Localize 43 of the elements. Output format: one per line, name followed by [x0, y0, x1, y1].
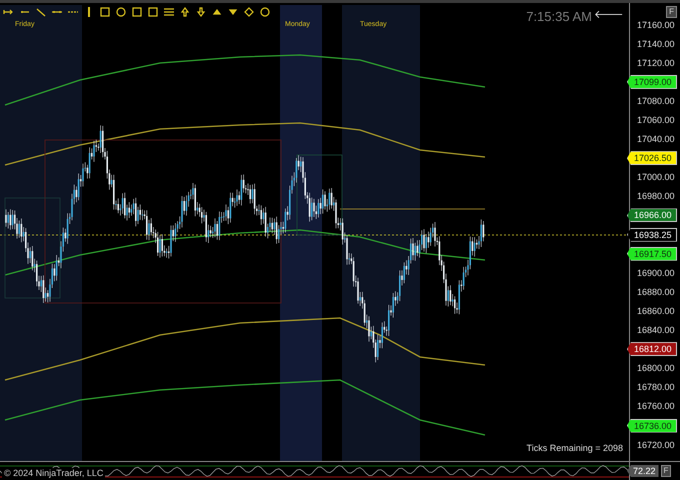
corner-button[interactable]: F — [666, 6, 677, 18]
axis-label: 16760.00 — [636, 401, 675, 412]
price-badge: 16812.00 — [627, 342, 677, 356]
circle-icon[interactable] — [259, 7, 271, 17]
triangle-icon[interactable] — [211, 7, 223, 17]
price-badge: 16938.25 — [627, 228, 677, 242]
price-badge: 17026.50 — [627, 151, 677, 166]
diamond-icon[interactable] — [243, 7, 255, 17]
square-icon[interactable] — [131, 7, 143, 17]
price-badge: 16736.00 — [627, 418, 677, 433]
axis-label: 17140.00 — [636, 38, 675, 49]
lines-icon[interactable] — [163, 7, 175, 17]
corner-button[interactable]: F — [660, 465, 672, 477]
axis-label: 16980.00 — [636, 191, 675, 202]
axis-label: 16720.00 — [636, 440, 675, 450]
axis-label: 17080.00 — [636, 96, 675, 106]
triangle-icon[interactable] — [227, 7, 239, 17]
price-badge: 17099.00 — [627, 74, 677, 89]
axis-label: 17060.00 — [636, 115, 675, 126]
axis-label: 17120.00 — [636, 58, 675, 68]
price-badge: 16917.50 — [627, 246, 677, 261]
arrow-line-icon[interactable] — [3, 7, 15, 17]
axis-label: 17000.00 — [636, 172, 675, 182]
price-badge: 16966.00 — [627, 208, 677, 222]
up-arrow-icon[interactable] — [179, 7, 191, 17]
axis-label: 16840.00 — [636, 325, 675, 336]
axis-label: 16900.00 — [636, 268, 675, 278]
down-arrow-icon[interactable] — [195, 7, 207, 17]
axis-label: 16880.00 — [636, 286, 675, 297]
axis-label: 16860.00 — [636, 306, 675, 316]
ticks-remaining: Ticks Remaining = 2098 — [526, 443, 623, 453]
axis-label: 16800.00 — [636, 363, 675, 374]
indicator-badge: 72.22 — [627, 465, 659, 477]
clock-time: 7:15:35 AM — [526, 9, 592, 24]
square-icon[interactable] — [147, 7, 159, 17]
circle-icon[interactable] — [115, 7, 127, 17]
ray-icon[interactable] — [35, 7, 47, 17]
rectangle-icon[interactable] — [99, 7, 111, 17]
axis-label: 17160.00 — [636, 20, 675, 30]
axis-label: 17040.00 — [636, 134, 675, 144]
axis-label: 16780.00 — [636, 382, 675, 392]
copyright-text: © 2024 NinjaTrader, LLC — [2, 468, 106, 479]
back-arrow-icon[interactable]: 🡐 — [594, 9, 623, 20]
